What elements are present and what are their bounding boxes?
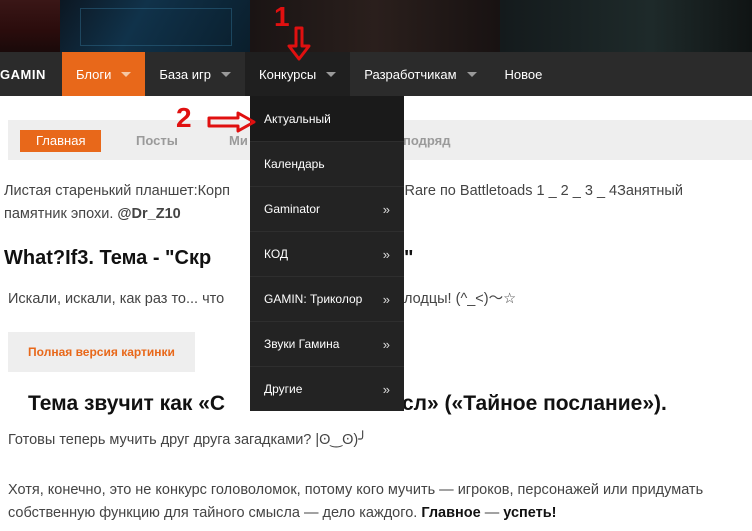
subtitle-text: лодцы! (^_<)〜☆ bbox=[404, 291, 517, 307]
site-logo[interactable]: GAMIN bbox=[0, 52, 62, 96]
header-banner bbox=[0, 0, 752, 52]
banner-image-right bbox=[500, 0, 752, 52]
annotation-arrow-right-icon bbox=[207, 111, 256, 133]
contests-dropdown: Актуальный Календарь Gaminator » КОД » G… bbox=[250, 96, 404, 411]
section-heading: Тема звучит как «С сл» («Тайное послание… bbox=[28, 392, 667, 416]
nav-item-new[interactable]: Новое bbox=[491, 52, 557, 96]
chevron-down-icon bbox=[221, 71, 232, 77]
emphasis-text: успеть! bbox=[503, 505, 557, 521]
annotation-arrow-down-icon bbox=[287, 26, 311, 61]
banner-image-blue bbox=[60, 0, 250, 52]
heading-text: Тема звучит как «С bbox=[28, 392, 226, 415]
menu-item-label: Актуальный bbox=[264, 111, 331, 126]
menu-item-gaminator[interactable]: Gaminator » bbox=[250, 186, 404, 231]
menu-item-calendar[interactable]: Календарь bbox=[250, 141, 404, 186]
nav-item-blogs[interactable]: Блоги bbox=[62, 52, 146, 96]
menu-item-label: КОД bbox=[264, 247, 289, 261]
heading-text: сл» («Тайное послание»). bbox=[402, 392, 667, 415]
teaser-text: Листая старенький планшет:Корп bbox=[4, 183, 231, 199]
title-text: " bbox=[404, 247, 414, 269]
paragraph-text: Хотя, конечно, это не конкурс головоломо… bbox=[8, 482, 704, 521]
nav-item-label: Конкурсы bbox=[259, 66, 317, 82]
chevron-down-icon bbox=[466, 71, 477, 77]
submenu-arrow-icon: » bbox=[382, 336, 390, 352]
author-link[interactable]: @Dr_Z10 bbox=[117, 206, 180, 222]
main-nav: GAMIN Блоги База игр Конкурсы Разработчи… bbox=[0, 52, 752, 96]
teaser-text: памятник эпохи. bbox=[4, 206, 114, 222]
title-text: What?If3. Тема - "Скр bbox=[4, 247, 212, 269]
menu-item-label: Gaminator bbox=[264, 202, 321, 216]
annotation-number-2: 2 bbox=[176, 102, 192, 133]
nav-item-label: Новое bbox=[504, 66, 543, 82]
subtitle-text: Искали, искали, как раз то... что bbox=[8, 291, 225, 307]
tab-home[interactable]: Главная bbox=[20, 130, 102, 152]
menu-item-label: Календарь bbox=[264, 157, 325, 171]
menu-item-kod[interactable]: КОД » bbox=[250, 231, 404, 276]
paragraph: Готовы теперь мучить друг друга загадкам… bbox=[8, 432, 367, 448]
menu-item-label: Звуки Гамина bbox=[264, 337, 340, 351]
paragraph: Хотя, конечно, это не конкурс головоломо… bbox=[8, 479, 748, 525]
nav-item-developers[interactable]: Разработчикам bbox=[350, 52, 490, 96]
menu-item-label: GAMIN: Триколор bbox=[264, 292, 363, 306]
tab-posts[interactable]: Посты bbox=[136, 130, 178, 152]
nav-item-label: Разработчикам bbox=[364, 66, 457, 82]
full-image-button[interactable]: Полная версия картинки bbox=[8, 332, 195, 372]
menu-item-current[interactable]: Актуальный bbox=[250, 96, 404, 141]
menu-item-label: Другие bbox=[264, 382, 303, 396]
nav-item-label: База игр bbox=[159, 66, 212, 82]
chevron-down-icon bbox=[121, 71, 132, 77]
banner-image-left bbox=[0, 0, 60, 52]
submenu-arrow-icon: » bbox=[382, 246, 390, 262]
submenu-arrow-icon: » bbox=[382, 381, 390, 397]
teaser-text: ы Rare по Battletoads 1 _ 2 _ 3 _ 4Занят… bbox=[390, 183, 683, 199]
submenu-arrow-icon: » bbox=[382, 291, 390, 307]
paragraph-text: — bbox=[484, 505, 500, 521]
post-title[interactable]: What?If3. Тема - "Скр " bbox=[4, 247, 413, 270]
menu-item-sounds[interactable]: Звуки Гамина » bbox=[250, 321, 404, 366]
chevron-down-icon bbox=[326, 71, 337, 77]
submenu-arrow-icon: » bbox=[382, 201, 390, 217]
nav-item-games-db[interactable]: База игр bbox=[145, 52, 245, 96]
menu-item-others[interactable]: Другие » bbox=[250, 366, 404, 411]
menu-item-tricolor[interactable]: GAMIN: Триколор » bbox=[250, 276, 404, 321]
post-subtitle: Искали, искали, как раз то... что лодцы!… bbox=[8, 288, 516, 311]
nav-item-label: Блоги bbox=[76, 66, 112, 82]
emphasis-text: Главное bbox=[421, 505, 481, 521]
tab-in-a-row[interactable]: подряд bbox=[403, 130, 450, 152]
